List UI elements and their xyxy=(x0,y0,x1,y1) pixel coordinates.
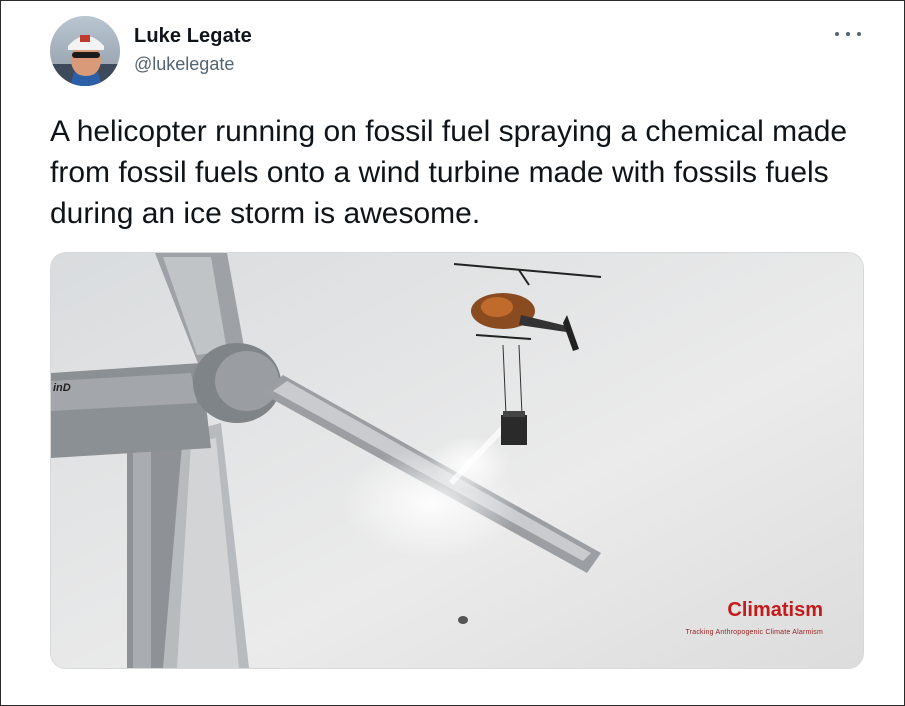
tweet-card: Luke Legate @lukelegate A helicopter run… xyxy=(0,0,905,706)
nacelle-logo-text: inD xyxy=(53,382,71,394)
watermark-title: Climatism xyxy=(727,599,823,621)
tweet-text: A helicopter running on fossil fuel spra… xyxy=(50,115,848,230)
avatar-photo-icon xyxy=(50,16,120,86)
author-handle[interactable]: @lukelegate xyxy=(134,54,234,75)
avatar[interactable] xyxy=(50,16,120,86)
author-name[interactable]: Luke Legate xyxy=(134,25,252,48)
tweet-media[interactable]: inD Climatism Tracking Anthropogenic Cli… xyxy=(50,252,864,669)
more-options-icon[interactable] xyxy=(835,25,861,43)
watermark-subtitle: Tracking Anthropogenic Climate Alarmism xyxy=(685,629,823,636)
